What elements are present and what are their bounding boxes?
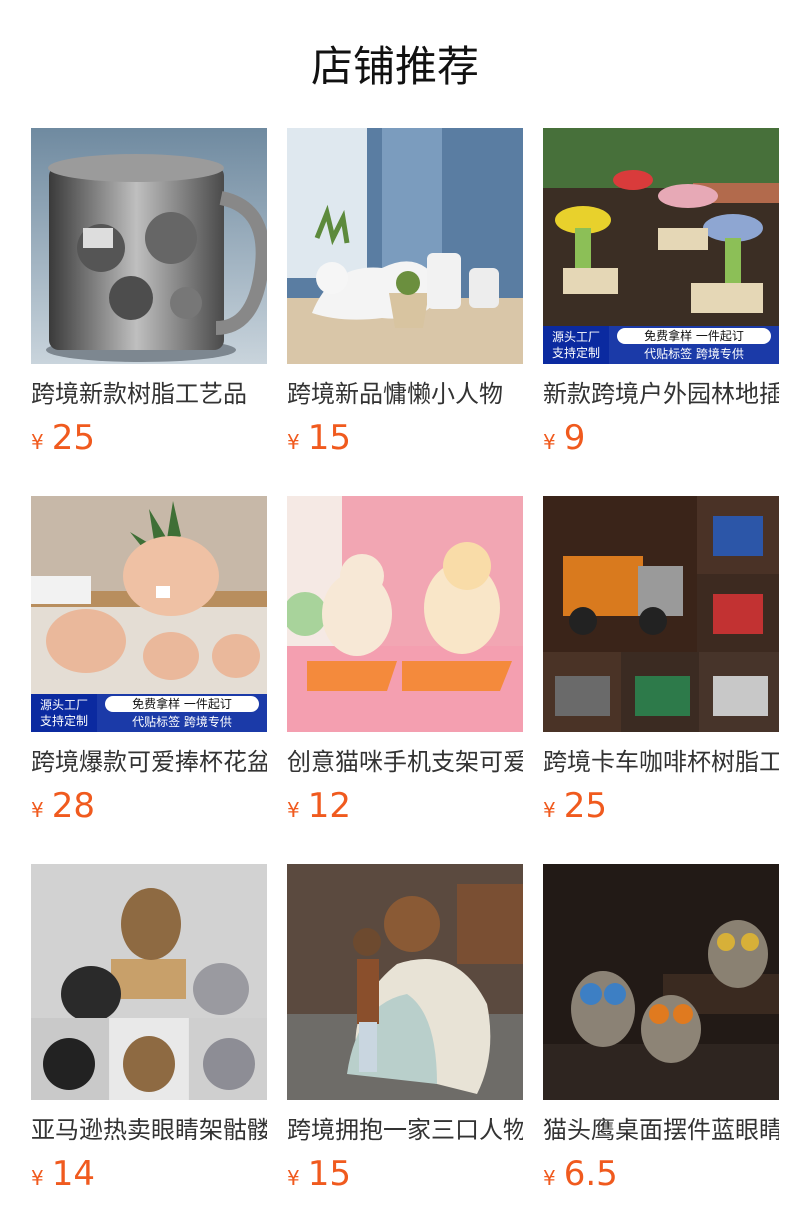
product-card[interactable]: 亚马逊热卖眼睛架骷髅 ¥14 — [31, 864, 267, 1232]
promo-banner: 源头工厂 支持定制 免费拿样 一件起订 代贴标签 跨境专供 — [543, 326, 779, 364]
product-price: ¥12 — [287, 784, 523, 828]
page-title: 店铺推荐 — [310, 42, 479, 91]
product-image[interactable]: 源头工厂 支持定制 免费拿样 一件起订 代贴标签 跨境专供 — [31, 496, 267, 732]
price-amount: 28 — [51, 786, 95, 826]
banner-sub: 代贴标签 跨境专供 — [644, 347, 744, 361]
currency-symbol: ¥ — [287, 798, 300, 822]
product-price: ¥28 — [31, 784, 267, 828]
product-price: ¥9 — [543, 416, 779, 460]
product-price: ¥15 — [287, 1152, 523, 1196]
product-card[interactable]: 猫头鹰桌面摆件蓝眼睛 ¥6.5 — [543, 864, 779, 1232]
product-card[interactable]: 源头工厂 支持定制 免费拿样 一件起订 代贴标签 跨境专供 跨境爆款可爱捧杯花盆… — [31, 496, 267, 864]
product-image[interactable] — [31, 864, 267, 1100]
product-price: ¥14 — [31, 1152, 267, 1196]
banner-left: 源头工厂 支持定制 — [543, 326, 609, 364]
product-grid: 跨境新款树脂工艺品 ¥25 跨境新品慵懒小人物 ¥15 源头工厂 支持定制 免费… — [31, 128, 779, 1232]
price-amount: 25 — [563, 786, 607, 826]
product-title[interactable]: 跨境拥抱一家三口人物 — [287, 1114, 523, 1146]
product-price: ¥25 — [543, 784, 779, 828]
product-card[interactable]: 跨境新款树脂工艺品 ¥25 — [31, 128, 267, 496]
currency-symbol: ¥ — [31, 798, 44, 822]
product-card[interactable]: 创意猫咪手机支架可爱 ¥12 — [287, 496, 523, 864]
product-title[interactable]: 跨境爆款可爱捧杯花盆 — [31, 746, 267, 778]
banner-left: 源头工厂 支持定制 — [31, 694, 97, 732]
product-card[interactable]: 跨境卡车咖啡杯树脂工 ¥25 — [543, 496, 779, 864]
banner-left-line2: 支持定制 — [551, 346, 600, 360]
product-title[interactable]: 跨境卡车咖啡杯树脂工 — [543, 746, 779, 778]
product-image[interactable] — [287, 864, 523, 1100]
product-image[interactable] — [31, 128, 267, 364]
product-image[interactable]: 源头工厂 支持定制 免费拿样 一件起订 代贴标签 跨境专供 — [543, 128, 779, 364]
currency-symbol: ¥ — [543, 798, 556, 822]
promo-banner: 源头工厂 支持定制 免费拿样 一件起订 代贴标签 跨境专供 — [31, 694, 267, 732]
product-title[interactable]: 亚马逊热卖眼睛架骷髅 — [31, 1114, 267, 1146]
product-title[interactable]: 跨境新品慵懒小人物 — [287, 378, 523, 410]
product-title[interactable]: 跨境新款树脂工艺品 — [31, 378, 267, 410]
product-price: ¥25 — [31, 416, 267, 460]
banner-sub: 代贴标签 跨境专供 — [132, 715, 232, 729]
product-image[interactable] — [287, 496, 523, 732]
price-amount: 15 — [307, 418, 351, 458]
banner-left-line1: 源头工厂 — [39, 698, 88, 712]
currency-symbol: ¥ — [31, 430, 44, 454]
product-title[interactable]: 新款跨境户外园林地插 — [543, 378, 779, 410]
price-amount: 15 — [307, 1154, 351, 1194]
banner-left-line1: 源头工厂 — [551, 330, 600, 344]
price-amount: 12 — [307, 786, 351, 826]
product-card[interactable]: 跨境拥抱一家三口人物 ¥15 — [287, 864, 523, 1232]
price-amount: 14 — [51, 1154, 95, 1194]
currency-symbol: ¥ — [543, 430, 556, 454]
currency-symbol: ¥ — [31, 1166, 44, 1190]
product-title[interactable]: 创意猫咪手机支架可爱 — [287, 746, 523, 778]
banner-left-line2: 支持定制 — [39, 714, 88, 728]
product-card[interactable]: 跨境新品慵懒小人物 ¥15 — [287, 128, 523, 496]
currency-symbol: ¥ — [287, 1166, 300, 1190]
product-image[interactable] — [543, 496, 779, 732]
product-price: ¥15 — [287, 416, 523, 460]
product-card[interactable]: 源头工厂 支持定制 免费拿样 一件起订 代贴标签 跨境专供 新款跨境户外园林地插… — [543, 128, 779, 496]
price-amount: 25 — [51, 418, 95, 458]
product-image[interactable] — [287, 128, 523, 364]
product-image[interactable] — [543, 864, 779, 1100]
currency-symbol: ¥ — [287, 430, 300, 454]
banner-pill: 免费拿样 一件起订 — [105, 696, 259, 712]
product-price: ¥6.5 — [543, 1152, 779, 1196]
product-title[interactable]: 猫头鹰桌面摆件蓝眼睛 — [543, 1114, 779, 1146]
banner-pill: 免费拿样 一件起订 — [617, 328, 771, 344]
currency-symbol: ¥ — [543, 1166, 556, 1190]
price-amount: 9 — [563, 418, 586, 458]
price-amount: 6.5 — [563, 1154, 618, 1194]
